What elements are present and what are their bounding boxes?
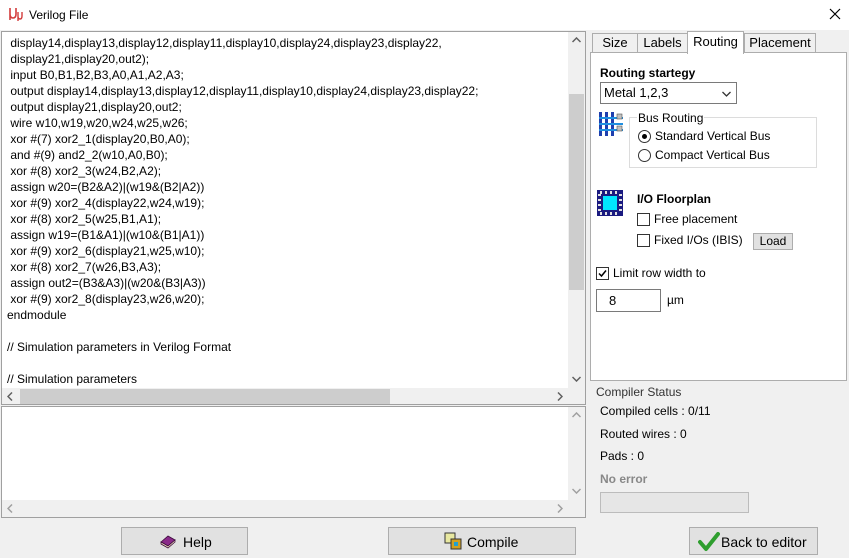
code-line: endmodule [7, 308, 67, 322]
editor-vscroll-thumb[interactable] [569, 94, 584, 290]
output-scroll-corner [568, 500, 585, 517]
error-status-text: No error [600, 472, 648, 486]
output-scroll-right-arrow-icon[interactable] [551, 500, 568, 517]
compiler-output-box[interactable] [1, 406, 586, 518]
compile-button[interactable]: Compile [388, 527, 576, 555]
help-label: Help [183, 534, 212, 550]
compiler-status-group: Compiler Status Compiled cells : 0/11 Ro… [590, 382, 848, 518]
compiler-status-title: Compiler Status [596, 385, 682, 399]
editor-horizontal-scrollbar[interactable] [2, 388, 568, 404]
code-line: xor #(8) xor2_7(w26,B3,A3); [7, 260, 162, 274]
verilog-editor[interactable]: display14,display13,display12,display11,… [1, 31, 586, 405]
radio-standard-label: Standard Vertical Bus [655, 129, 771, 143]
radio-compact-indicator[interactable] [638, 149, 651, 162]
code-line: // Simulation parameters [7, 372, 138, 386]
checkmark-icon [598, 270, 607, 278]
code-line: xor #(8) xor2_5(w25,B1,A1); [7, 212, 162, 226]
bus-routing-title: Bus Routing [637, 111, 705, 125]
close-x-icon [829, 8, 841, 20]
code-line: display21,display20,out2); [7, 52, 150, 66]
fixed-io-box[interactable] [637, 234, 650, 247]
mu-logo-icon [8, 6, 24, 22]
scroll-corner [568, 388, 585, 404]
scroll-right-arrow-icon[interactable] [551, 388, 568, 404]
code-line: wire w10,w19,w20,w24,w25,w26; [7, 116, 188, 130]
code-line: assign w20=(B2&A2)|(w19&(B2|A2)) [7, 180, 205, 194]
verilog-code-text[interactable]: display14,display13,display12,display11,… [7, 35, 567, 387]
bus-routing-icon [598, 111, 624, 140]
limit-row-width-box[interactable] [596, 267, 609, 280]
code-line: xor #(8) xor2_3(w24,B2,A2); [7, 164, 162, 178]
compile-progress-bar [600, 492, 749, 513]
tab-routing[interactable]: Routing [687, 31, 744, 54]
routing-strategy-value: Metal 1,2,3 [604, 85, 669, 100]
output-scroll-left-arrow-icon[interactable] [2, 500, 19, 517]
io-floorplan-title: I/O Floorplan [637, 192, 711, 206]
code-line: xor #(7) xor2_1(display20,B0,A0); [7, 132, 190, 146]
routing-panel: Routing startegy Metal 1,2,3 Bus Routing… [590, 52, 847, 381]
output-horizontal-scrollbar[interactable] [2, 500, 568, 517]
pads-text: Pads : 0 [600, 449, 645, 463]
code-line: assign out2=(B3&A3)|(w20&(B3|A3)) [7, 276, 206, 290]
code-line: display14,display13,display12,display11,… [7, 36, 442, 50]
chip-floorplan-icon [596, 189, 624, 220]
window-title: Verilog File [29, 8, 89, 22]
free-placement-box[interactable] [637, 213, 650, 226]
routed-wires-text: Routed wires : 0 [600, 427, 687, 441]
tab-labels[interactable]: Labels [637, 33, 688, 53]
editor-hscroll-thumb[interactable] [20, 389, 390, 404]
output-scroll-down-arrow-icon[interactable] [568, 483, 585, 500]
editor-vertical-scrollbar[interactable] [568, 32, 585, 388]
radio-compact-label: Compact Vertical Bus [655, 148, 770, 162]
tab-placement[interactable]: Placement [744, 33, 816, 53]
compiled-cells-text: Compiled cells : 0/11 [600, 404, 711, 418]
row-width-unit: µm [667, 293, 684, 307]
output-vertical-scrollbar[interactable] [568, 407, 585, 500]
load-button[interactable]: Load [753, 233, 793, 250]
code-line: xor #(9) xor2_4(display22,w24,w19); [7, 196, 205, 210]
scroll-left-arrow-icon[interactable] [2, 388, 19, 404]
title-bar: Verilog File [0, 0, 849, 30]
code-line: output display14,display13,display12,dis… [7, 84, 479, 98]
code-line: output display21,display20,out2; [7, 100, 182, 114]
code-line: xor #(9) xor2_8(display23,w26,w20); [7, 292, 205, 306]
routing-strategy-label: Routing startegy [600, 66, 696, 80]
compile-label: Compile [467, 534, 519, 550]
compile-chip-icon [444, 532, 462, 553]
close-button[interactable] [822, 2, 848, 26]
chevron-down-icon [722, 91, 731, 97]
code-line: xor #(9) xor2_6(display21,w25,w10); [7, 244, 205, 258]
routing-strategy-select[interactable]: Metal 1,2,3 [600, 82, 737, 104]
options-tabs: Size Labels Routing Placement [590, 31, 848, 54]
help-button[interactable]: Help [121, 527, 248, 555]
output-scroll-up-arrow-icon[interactable] [568, 407, 585, 424]
fixed-io-label: Fixed I/Os (IBIS) [654, 233, 743, 247]
code-line: assign w19=(B1&A1)|(w10&(B1|A1)) [7, 228, 205, 242]
free-placement-label: Free placement [654, 212, 738, 226]
scroll-up-arrow-icon[interactable] [568, 32, 585, 49]
back-to-editor-button[interactable]: Back to editor [689, 527, 818, 555]
row-width-input[interactable]: 8 [596, 289, 661, 312]
limit-row-width-label: Limit row width to [613, 266, 706, 280]
code-line: // Simulation parameters in Verilog Form… [7, 340, 232, 354]
code-line: input B0,B1,B2,B3,A0,A1,A2,A3; [7, 68, 184, 82]
code-line: and #(9) and2_2(w10,A0,B0); [7, 148, 168, 162]
help-book-icon [159, 533, 177, 552]
radio-standard-indicator[interactable] [638, 130, 651, 143]
green-check-icon [698, 532, 720, 555]
back-to-editor-label: Back to editor [721, 534, 807, 550]
scroll-down-arrow-icon[interactable] [568, 371, 585, 388]
tab-size[interactable]: Size [592, 33, 638, 53]
